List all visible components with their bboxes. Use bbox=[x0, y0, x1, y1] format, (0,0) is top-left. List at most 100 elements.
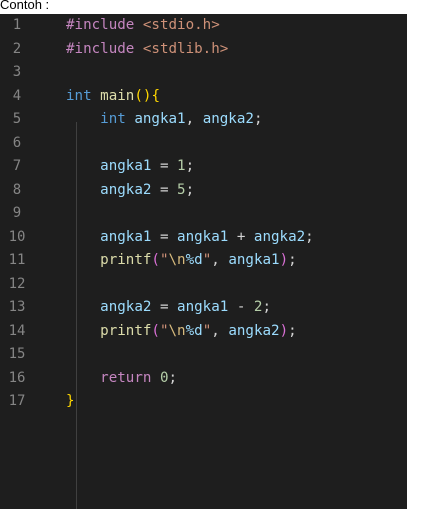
code-token: <stdlib.h> bbox=[142, 40, 229, 57]
code-token: angka1 bbox=[177, 299, 229, 315]
code-line[interactable]: 14 printf("\n%d", angka2); bbox=[0, 320, 407, 344]
code-token: ; bbox=[262, 299, 272, 315]
line-number: 1 bbox=[12, 17, 22, 33]
line-number: 7 bbox=[12, 158, 22, 174]
code-token: int bbox=[100, 111, 126, 127]
code-token: () bbox=[134, 87, 152, 104]
code-line[interactable]: 4 int main(){ bbox=[0, 85, 407, 109]
code-token: ; bbox=[253, 111, 263, 127]
line-code[interactable]: } bbox=[66, 390, 75, 414]
line-number: 5 bbox=[12, 111, 22, 127]
code-token: 0 bbox=[159, 369, 169, 386]
line-code[interactable]: angka1 = angka1 + angka2; bbox=[66, 226, 314, 250]
code-line[interactable]: 5 int angka1, angka2; bbox=[0, 108, 407, 132]
code-token: 5 bbox=[177, 181, 186, 198]
code-token: %d bbox=[185, 322, 203, 339]
code-line[interactable]: 9 bbox=[0, 202, 407, 226]
line-number: 17 bbox=[8, 393, 26, 409]
code-line[interactable]: 7 angka1 = 1; bbox=[0, 155, 407, 179]
code-token: " bbox=[159, 252, 169, 268]
line-code[interactable]: angka1 = 1; bbox=[66, 155, 194, 179]
line-number: 14 bbox=[8, 322, 26, 339]
line-number: 9 bbox=[12, 205, 22, 221]
line-number: 11 bbox=[8, 252, 26, 268]
code-token: return bbox=[100, 369, 152, 386]
code-token: ; bbox=[288, 322, 297, 339]
code-line[interactable]: 12 bbox=[0, 273, 407, 297]
code-token: ; bbox=[305, 228, 314, 245]
code-token: %d bbox=[185, 252, 203, 268]
code-line[interactable]: 6 bbox=[0, 132, 407, 156]
code-token: ( bbox=[151, 322, 160, 339]
code-token: { bbox=[151, 87, 160, 104]
code-token: <stdio.h> bbox=[142, 17, 220, 33]
line-code[interactable]: printf("\n%d", angka1); bbox=[66, 249, 297, 273]
code-token: #include bbox=[66, 40, 135, 57]
code-token: " bbox=[159, 322, 169, 339]
code-token: " bbox=[202, 252, 212, 268]
line-code[interactable]: #include <stdlib.h> bbox=[66, 38, 228, 62]
line-code[interactable]: angka2 = 5; bbox=[66, 179, 194, 203]
code-token: ) bbox=[279, 322, 289, 339]
code-token: \n bbox=[168, 322, 186, 339]
code-token: + bbox=[228, 228, 254, 245]
code-token: = bbox=[151, 181, 178, 198]
code-token: angka1 bbox=[177, 228, 229, 245]
line-number: 16 bbox=[8, 369, 26, 386]
code-token: ; bbox=[185, 158, 195, 174]
code-line[interactable]: 13 angka2 = angka1 - 2; bbox=[0, 296, 407, 320]
line-code[interactable]: printf("\n%d", angka2); bbox=[66, 320, 297, 344]
code-token: angka1 bbox=[100, 158, 152, 174]
code-token: ; bbox=[288, 252, 297, 268]
code-token: - bbox=[228, 299, 254, 315]
code-token: angka1 bbox=[134, 111, 186, 127]
line-code[interactable]: int angka1, angka2; bbox=[66, 108, 262, 132]
code-line[interactable]: 1 #include <stdio.h> bbox=[0, 14, 407, 38]
code-lines[interactable]: 1 #include <stdio.h> 2 #include <stdlib.h> 3… bbox=[0, 14, 407, 414]
code-token: angka2 bbox=[202, 111, 254, 127]
code-line[interactable]: 10 angka1 = angka1 + angka2; bbox=[0, 226, 407, 250]
code-token: angka1 bbox=[100, 228, 152, 245]
line-code[interactable]: #include <stdio.h> bbox=[66, 14, 220, 38]
line-number: 12 bbox=[8, 275, 26, 292]
code-token: printf bbox=[100, 322, 152, 339]
code-token: int bbox=[66, 87, 92, 104]
line-code[interactable]: angka2 = angka1 - 2; bbox=[66, 296, 271, 320]
caption-text: Contoh : bbox=[0, 0, 50, 12]
code-token: ) bbox=[279, 252, 289, 268]
line-number: 4 bbox=[12, 87, 22, 104]
code-token: angka2 bbox=[100, 181, 152, 198]
code-token: = bbox=[151, 299, 178, 315]
code-token: = bbox=[151, 228, 178, 245]
code-token: main bbox=[100, 87, 135, 104]
code-token: = bbox=[151, 158, 178, 174]
code-token: angka2 bbox=[253, 228, 306, 245]
code-line[interactable]: 8 angka2 = 5; bbox=[0, 179, 407, 203]
line-code[interactable]: int main(){ bbox=[66, 85, 160, 109]
code-editor[interactable]: 1 #include <stdio.h> 2 #include <stdlib.h> 3… bbox=[0, 14, 407, 509]
code-line[interactable]: 2 #include <stdlib.h> bbox=[0, 38, 407, 62]
code-token: angka1 bbox=[228, 252, 280, 268]
code-token: \n bbox=[168, 252, 186, 268]
code-line[interactable]: 11 printf("\n%d", angka1); bbox=[0, 249, 407, 273]
line-number: 13 bbox=[8, 299, 26, 315]
line-code[interactable]: return 0; bbox=[66, 367, 177, 391]
line-number: 2 bbox=[12, 40, 22, 57]
code-line[interactable]: 16 return 0; bbox=[0, 367, 407, 391]
code-token: , bbox=[211, 322, 229, 339]
code-token: } bbox=[66, 393, 75, 409]
code-line[interactable]: 3 bbox=[0, 61, 407, 85]
line-number: 6 bbox=[12, 134, 22, 151]
code-line[interactable]: 15 bbox=[0, 343, 407, 367]
code-line[interactable]: 17} bbox=[0, 390, 407, 414]
